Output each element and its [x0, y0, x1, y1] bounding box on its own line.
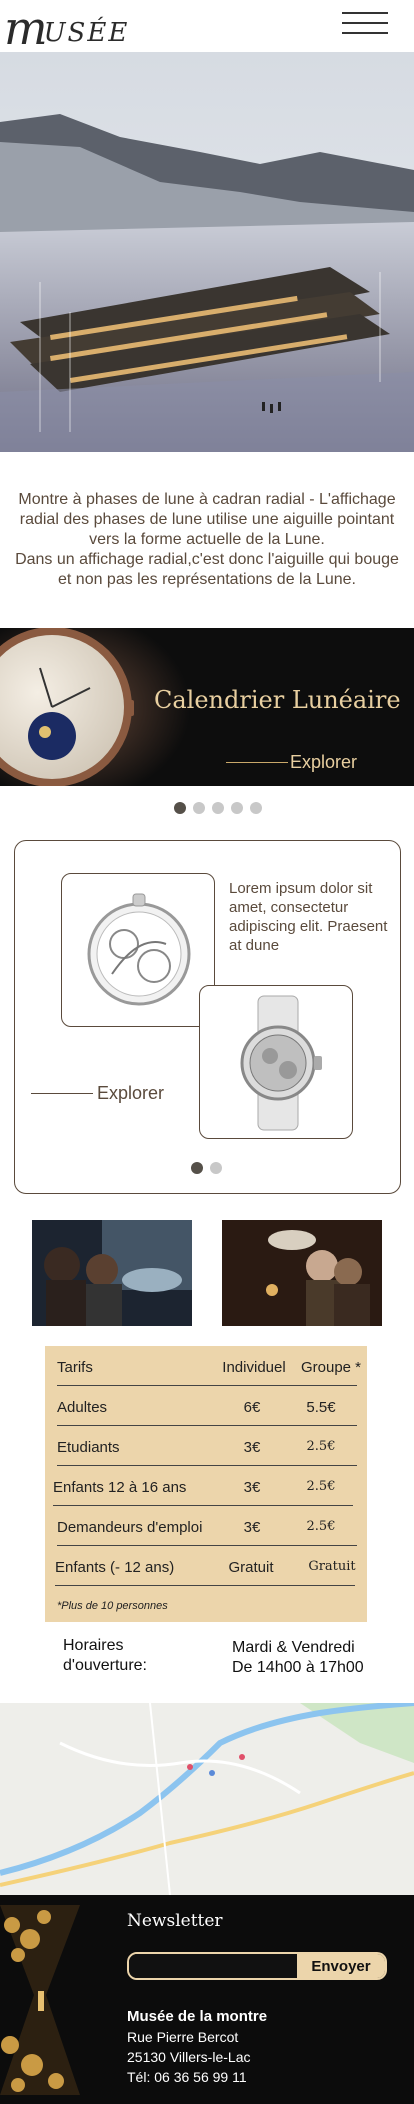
carousel-dot[interactable] [174, 802, 186, 814]
site-footer: Newsletter Envoyer Musée de la montre Ru… [0, 1895, 414, 2104]
address-city: 25130 Villers-le-Lac [127, 2049, 251, 2065]
table-row: Adultes 6€ 5.5€ [57, 1386, 357, 1426]
pricing-individual: Gratuit [228, 1559, 274, 1576]
pricing-category: Enfants 12 à 16 ans [53, 1479, 187, 1496]
pricing-individual: 3€ [243, 1479, 261, 1496]
hours-time: De 14h00 à 17h00 [232, 1659, 364, 1676]
newsletter-title: Newsletter [127, 1911, 223, 1931]
card-divider [31, 1093, 93, 1094]
pricing-category: Etudiants [57, 1439, 120, 1456]
carousel-dot[interactable] [193, 802, 205, 814]
banner-divider [226, 762, 288, 763]
pricing-category: Enfants (- 12 ans) [55, 1559, 175, 1576]
carousel-dot[interactable] [212, 802, 224, 814]
intro-paragraph-1: Montre à phases de lune à cadran radial … [18, 491, 396, 548]
pricing-group: 5.5€ [306, 1399, 336, 1416]
pricing-header-tarifs: Tarifs [57, 1359, 93, 1376]
hours-label: Horaires d'ouverture: [63, 1636, 147, 1676]
site-logo[interactable]: m USÉE [4, 1, 130, 55]
pricing-individual: 6€ [243, 1399, 261, 1416]
carousel-dot[interactable] [250, 802, 262, 814]
carousel-dot[interactable] [231, 802, 243, 814]
card-carousel-dots [191, 1162, 222, 1174]
hours-label-line2: d'ouverture: [63, 1657, 147, 1674]
pricing-individual: 3€ [243, 1519, 261, 1536]
hourglass-image [0, 1895, 100, 2104]
pricing-category: Adultes [57, 1399, 108, 1416]
visitors-photo-1 [32, 1220, 192, 1326]
pricing-group: 2.5€ [306, 1479, 336, 1494]
card-explore-link[interactable]: Explorer [97, 1083, 164, 1104]
pricing-individual: 3€ [243, 1439, 261, 1456]
site-header: m USÉE [0, 0, 414, 52]
pricing-header-groupe: Groupe * [300, 1359, 362, 1376]
lunar-calendar-banner: Calendrier Lunéaire Explorer [0, 628, 414, 786]
wristwatch-image [199, 985, 353, 1139]
banner-explore-link[interactable]: Explorer [290, 752, 357, 773]
newsletter-form: Envoyer [127, 1952, 387, 1980]
hours-value: Mardi & Vendredi De 14h00 à 17h00 [232, 1638, 364, 1678]
pricing-header-row: Tarifs Individuel Groupe * [57, 1346, 361, 1386]
newsletter-submit-button[interactable]: Envoyer [297, 1954, 385, 1978]
intro-paragraph-2: Dans un affichage radial,c'est donc l'ai… [15, 551, 399, 588]
pricing-table: Tarifs Individuel Groupe * Adultes 6€ 5.… [45, 1346, 367, 1622]
museum-name: Musée de la montre [127, 2008, 268, 2025]
hours-days: Mardi & Vendredi [232, 1639, 355, 1656]
menu-icon[interactable] [342, 10, 388, 36]
pricing-note: *Plus de 10 personnes [57, 1600, 168, 1612]
address-street: Rue Pierre Bercot [127, 2029, 239, 2045]
newsletter-email-input[interactable] [129, 1954, 297, 1978]
table-row: Enfants (- 12 ans) Gratuit Gratuit [55, 1546, 356, 1586]
table-row: Enfants 12 à 16 ans 3€ 2.5€ [53, 1466, 353, 1506]
pocket-watch-image [61, 873, 215, 1027]
pricing-header-individuel: Individuel [222, 1359, 286, 1376]
hours-label-line1: Horaires [63, 1637, 124, 1654]
carousel-dot[interactable] [210, 1162, 222, 1174]
logo-text: USÉE [43, 18, 130, 48]
pricing-category: Demandeurs d'emploi [57, 1519, 203, 1536]
table-row: Demandeurs d'emploi 3€ 2.5€ [57, 1506, 357, 1546]
featured-watch-card: Lorem ipsum dolor sit amet, consectetur … [14, 840, 401, 1194]
pricing-group: 2.5€ [306, 1439, 336, 1454]
banner-title: Calendrier Lunéaire [154, 686, 401, 714]
intro-text: Montre à phases de lune à cadran radial … [14, 490, 400, 590]
hero-image [0, 52, 414, 452]
carousel-dot[interactable] [191, 1162, 203, 1174]
pricing-group: 2.5€ [306, 1519, 336, 1534]
logo-initial: m [4, 1, 48, 55]
visitors-photo-2 [222, 1220, 382, 1326]
location-map[interactable] [0, 1703, 414, 1895]
card-description: Lorem ipsum dolor sit amet, consectetur … [229, 880, 388, 954]
table-row: Etudiants 3€ 2.5€ [57, 1426, 357, 1466]
banner-carousel-dots [174, 802, 262, 814]
museum-address: Musée de la montre Rue Pierre Bercot 251… [127, 2007, 267, 2087]
phone-number[interactable]: Tél: 06 36 56 99 11 [127, 2067, 267, 2087]
pricing-group: Gratuit [308, 1559, 356, 1574]
